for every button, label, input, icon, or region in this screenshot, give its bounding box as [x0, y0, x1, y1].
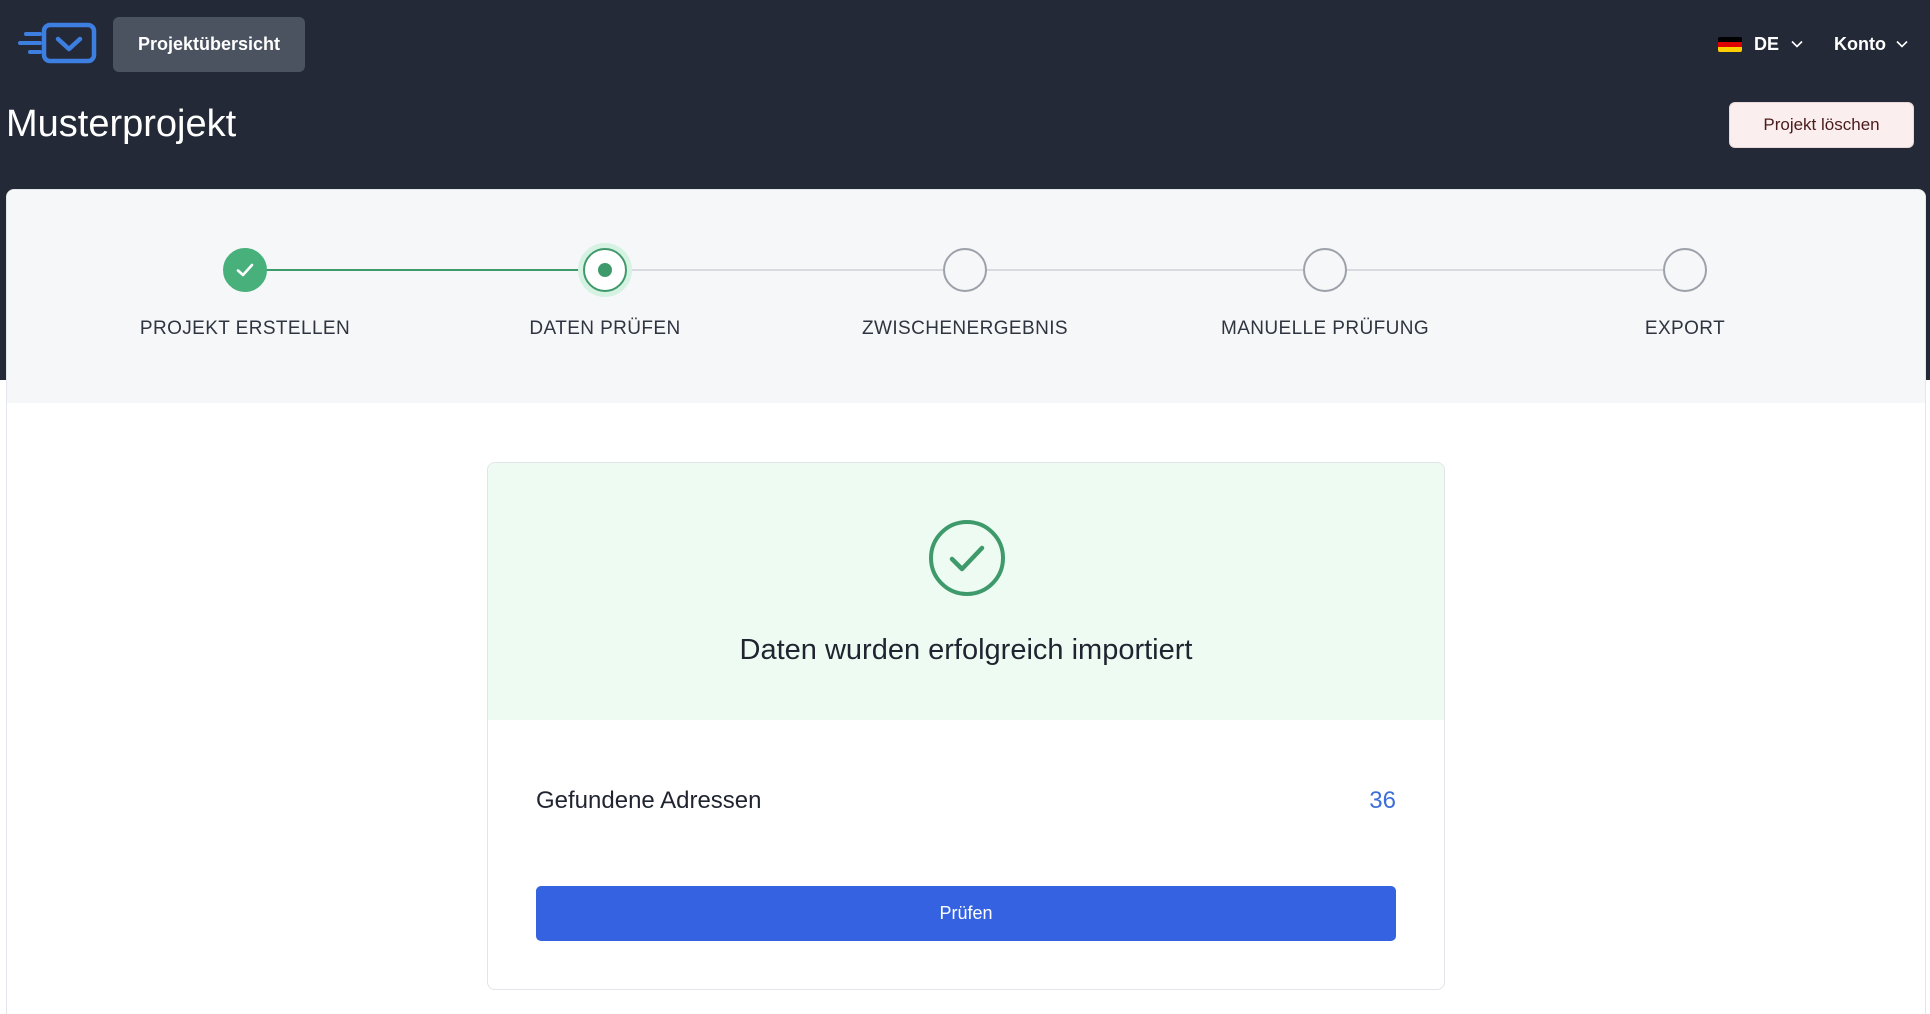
step-manual-review[interactable]: MANUELLE PRÜFUNG [1185, 248, 1465, 340]
success-banner: Daten wurden erfolgreich importiert [488, 463, 1444, 720]
german-flag-icon [1718, 36, 1742, 52]
success-message: Daten wurden erfolgreich importiert [739, 634, 1193, 666]
account-menu[interactable]: Konto [1834, 28, 1908, 60]
check-button[interactable]: Prüfen [536, 886, 1396, 941]
delete-project-button[interactable]: Projekt löschen [1729, 102, 1914, 148]
step-active-indicator [583, 248, 627, 292]
step-pending-indicator [1663, 248, 1707, 292]
active-dot-icon [598, 263, 612, 277]
found-addresses-count: 36 [1369, 787, 1396, 814]
step-pending-indicator [1303, 248, 1347, 292]
step-label: DATEN PRÜFEN [529, 318, 681, 339]
app-logo-icon[interactable] [18, 22, 98, 64]
chevron-down-icon [1791, 40, 1803, 48]
chevron-down-icon [1896, 40, 1908, 48]
step-label: PROJEKT ERSTELLEN [139, 318, 351, 339]
progress-stepper: PROJEKT ERSTELLEN DATEN PRÜFEN ZWISCHENE… [7, 190, 1925, 403]
page-title: Musterprojekt [6, 103, 237, 145]
main-content: PROJEKT ERSTELLEN DATEN PRÜFEN ZWISCHENE… [6, 189, 1926, 1014]
found-addresses-label: Gefundene Adressen [536, 787, 762, 814]
step-check-data[interactable]: DATEN PRÜFEN [465, 248, 745, 340]
step-pending-indicator [943, 248, 987, 292]
language-selector[interactable]: DE [1718, 28, 1803, 60]
check-icon [236, 263, 254, 277]
project-overview-button[interactable]: Projektübersicht [113, 17, 305, 72]
step-done-indicator [223, 248, 267, 292]
import-result-card: Daten wurden erfolgreich importiert Gefu… [487, 462, 1445, 990]
step-label: ZWISCHENERGEBNIS [862, 318, 1068, 339]
language-code: DE [1754, 33, 1780, 54]
success-check-circle-icon [929, 520, 1005, 596]
account-label: Konto [1834, 33, 1886, 54]
step-label: EXPORT [1644, 318, 1726, 339]
step-export[interactable]: EXPORT [1545, 248, 1825, 340]
step-label: MANUELLE PRÜFUNG [1220, 318, 1430, 339]
step-interim-result[interactable]: ZWISCHENERGEBNIS [825, 248, 1105, 340]
step-create-project[interactable]: PROJEKT ERSTELLEN [105, 248, 385, 340]
